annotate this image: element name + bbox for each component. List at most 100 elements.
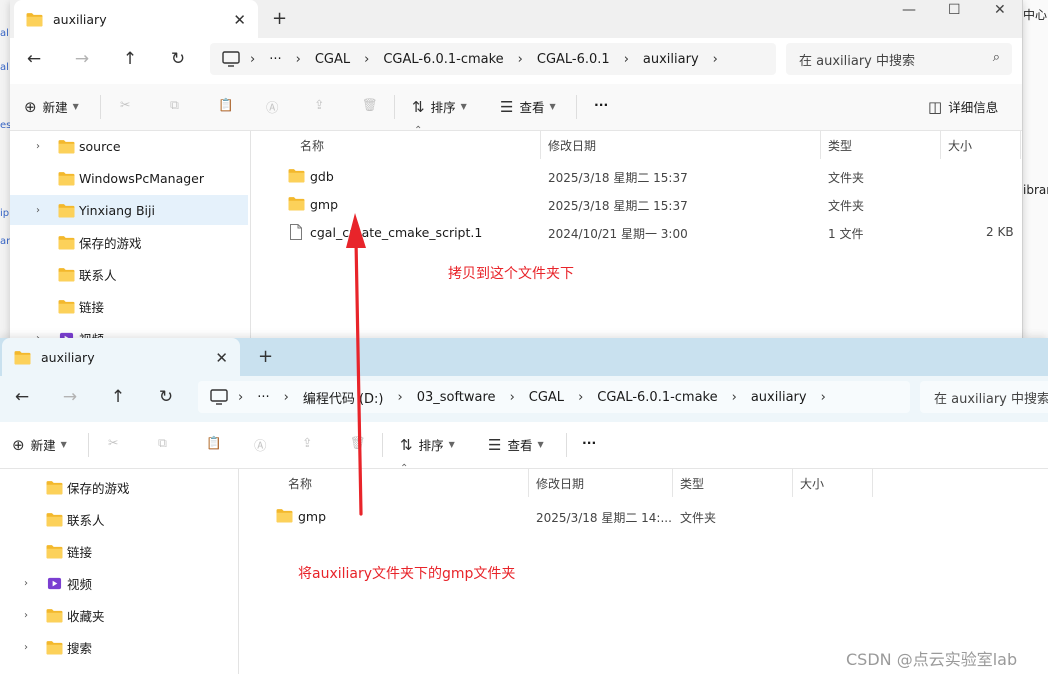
nav-item-links[interactable]: 链接 (10, 291, 248, 321)
column-header-modified[interactable]: 修改日期 (548, 131, 596, 159)
view-list-icon: ☰ (488, 435, 502, 454)
file-row-cgal-script[interactable]: cgal_create_cmake_script.1 2024/10/21 星期… (268, 218, 1022, 246)
cut-icon[interactable]: ✂ (120, 97, 130, 112)
forward-arrow-icon[interactable]: → (58, 387, 82, 407)
paste-icon[interactable]: 📋 (218, 97, 234, 113)
tab-title: auxiliary (41, 349, 95, 365)
breadcrumb-item[interactable]: CGAL (525, 390, 568, 405)
maximize-button[interactable]: ☐ (948, 2, 961, 18)
column-header-modified[interactable]: 修改日期 (536, 469, 584, 497)
sort-button[interactable]: ⇅ 排序 ▼ (412, 97, 467, 116)
new-button[interactable]: ⊕ 新建 ▼ (12, 435, 67, 454)
back-arrow-icon[interactable]: ← (22, 49, 46, 69)
bg-text-fragment: 中心 (1023, 8, 1048, 22)
breadcrumb-item[interactable]: 编程代码 (D:) (299, 388, 388, 407)
column-header-type[interactable]: 类型 (828, 131, 852, 159)
tab-auxiliary[interactable]: auxiliary ✕ (14, 0, 258, 38)
nav-item-contacts[interactable]: 联系人 (0, 504, 236, 534)
breadcrumb-item[interactable]: CGAL-6.0.1-cmake (593, 390, 721, 405)
breadcrumb-item[interactable]: CGAL (311, 52, 354, 67)
nav-item-label: 视频 (67, 576, 93, 592)
new-button[interactable]: ⊕ 新建 ▼ (24, 97, 79, 116)
folder-icon (58, 267, 75, 282)
back-arrow-icon[interactable]: ← (10, 387, 34, 407)
new-tab-button[interactable]: + (258, 346, 273, 367)
rename-icon[interactable]: Ⓐ (266, 97, 279, 116)
search-placeholder: 在 auxiliary 中搜索 (934, 391, 1048, 407)
up-arrow-icon[interactable]: ↑ (118, 49, 142, 69)
column-header-name[interactable]: 名称 (300, 131, 324, 159)
breadcrumb[interactable]: › ··· › CGAL › CGAL-6.0.1-cmake › CGAL-6… (210, 43, 776, 75)
nav-item-favorites[interactable]: › 收藏夹 (0, 600, 236, 630)
breadcrumb-item[interactable]: auxiliary (747, 390, 811, 405)
chevron-right-icon[interactable]: › (24, 578, 28, 589)
forward-arrow-icon[interactable]: → (70, 49, 94, 69)
nav-item-videos[interactable]: › 视频 (0, 568, 236, 598)
up-arrow-icon[interactable]: ↑ (106, 387, 130, 407)
more-options-icon[interactable]: ··· (594, 97, 608, 112)
sort-button-label: 排序 (430, 100, 456, 115)
file-row-gdb[interactable]: gdb 2025/3/18 星期二 15:37 文件夹 (268, 162, 1022, 190)
file-row-gmp[interactable]: gmp 2025/3/18 星期二 14:... 文件夹 (256, 502, 1048, 530)
more-options-icon[interactable]: ··· (582, 435, 596, 450)
column-header-name[interactable]: 名称 (288, 469, 312, 497)
chevron-right-icon[interactable]: › (24, 642, 28, 653)
tab-auxiliary[interactable]: auxiliary ✕ (2, 338, 240, 376)
nav-item-contacts[interactable]: 联系人 (10, 259, 248, 289)
breadcrumb[interactable]: › ··· › 编程代码 (D:) › 03_software › CGAL ›… (198, 381, 910, 413)
file-name: gmp (298, 509, 327, 524)
breadcrumb-item[interactable]: auxiliary (639, 52, 703, 67)
share-icon[interactable]: ⇪ (302, 435, 312, 450)
new-button-label: 新建 (42, 100, 68, 115)
folder-icon (14, 350, 31, 365)
minimize-button[interactable]: — (902, 2, 916, 18)
nav-item-videos[interactable]: › 视频 (10, 323, 248, 338)
share-icon[interactable]: ⇪ (314, 97, 324, 112)
chevron-right-icon[interactable]: › (24, 610, 28, 621)
nav-item-windowspcmanager[interactable]: WindowsPcManager (10, 163, 248, 193)
copy-icon[interactable]: ⧉ (170, 97, 179, 113)
details-pane-icon: ◫ (928, 97, 943, 116)
paste-icon[interactable]: 📋 (206, 435, 222, 451)
chevron-right-icon[interactable]: › (36, 141, 40, 152)
file-row-gmp[interactable]: gmp 2025/3/18 星期二 15:37 文件夹 (268, 190, 1022, 218)
nav-item-links[interactable]: 链接 (0, 536, 236, 566)
view-button[interactable]: ☰ 查看 ▼ (500, 97, 556, 116)
plus-circle-icon: ⊕ (24, 97, 37, 116)
new-tab-button[interactable]: + (272, 8, 287, 29)
copy-icon[interactable]: ⧉ (158, 435, 167, 451)
breadcrumb-item[interactable]: 03_software (413, 390, 500, 405)
nav-item-label: 保存的游戏 (67, 480, 130, 496)
sort-button[interactable]: ⇅ 排序 ▼ (400, 435, 455, 454)
delete-icon[interactable]: 🗑 (362, 97, 378, 113)
view-button[interactable]: ☰ 查看 ▼ (488, 435, 544, 454)
column-header-type[interactable]: 类型 (680, 469, 704, 497)
details-pane-button[interactable]: ◫ 详细信息 (928, 97, 998, 116)
nav-item-saved-games[interactable]: 保存的游戏 (10, 227, 248, 257)
nav-item-yinxiang-biji[interactable]: › Yinxiang Biji (10, 195, 248, 225)
breadcrumb-item[interactable]: CGAL-6.0.1 (533, 52, 614, 67)
rename-icon[interactable]: Ⓐ (254, 435, 267, 454)
refresh-icon[interactable]: ↻ (166, 49, 190, 69)
chevron-right-icon: › (820, 389, 826, 405)
breadcrumb-ellipsis[interactable]: ··· (265, 52, 285, 67)
chevron-right-icon[interactable]: › (36, 205, 40, 216)
close-tab-icon[interactable]: ✕ (233, 11, 246, 29)
nav-item-searches[interactable]: › 搜索 (0, 632, 236, 662)
close-window-button[interactable]: ✕ (994, 2, 1006, 18)
column-header-size[interactable]: 大小 (948, 131, 972, 159)
column-header-size[interactable]: 大小 (800, 469, 824, 497)
nav-item-source[interactable]: › source (10, 131, 248, 161)
refresh-icon[interactable]: ↻ (154, 387, 178, 407)
breadcrumb-item[interactable]: CGAL-6.0.1-cmake (379, 52, 507, 67)
delete-icon[interactable]: 🗑 (350, 435, 366, 451)
search-input[interactable]: 在 auxiliary 中搜索 (920, 381, 1048, 413)
breadcrumb-ellipsis[interactable]: ··· (253, 390, 273, 405)
chevron-down-icon: ▼ (537, 440, 544, 449)
search-input[interactable]: 在 auxiliary 中搜索 ⌕ (786, 43, 1012, 75)
folder-icon (58, 171, 75, 186)
close-tab-icon[interactable]: ✕ (215, 349, 228, 367)
nav-item-saved-games[interactable]: 保存的游戏 (0, 472, 236, 502)
chevron-right-icon: › (238, 389, 244, 405)
cut-icon[interactable]: ✂ (108, 435, 118, 450)
